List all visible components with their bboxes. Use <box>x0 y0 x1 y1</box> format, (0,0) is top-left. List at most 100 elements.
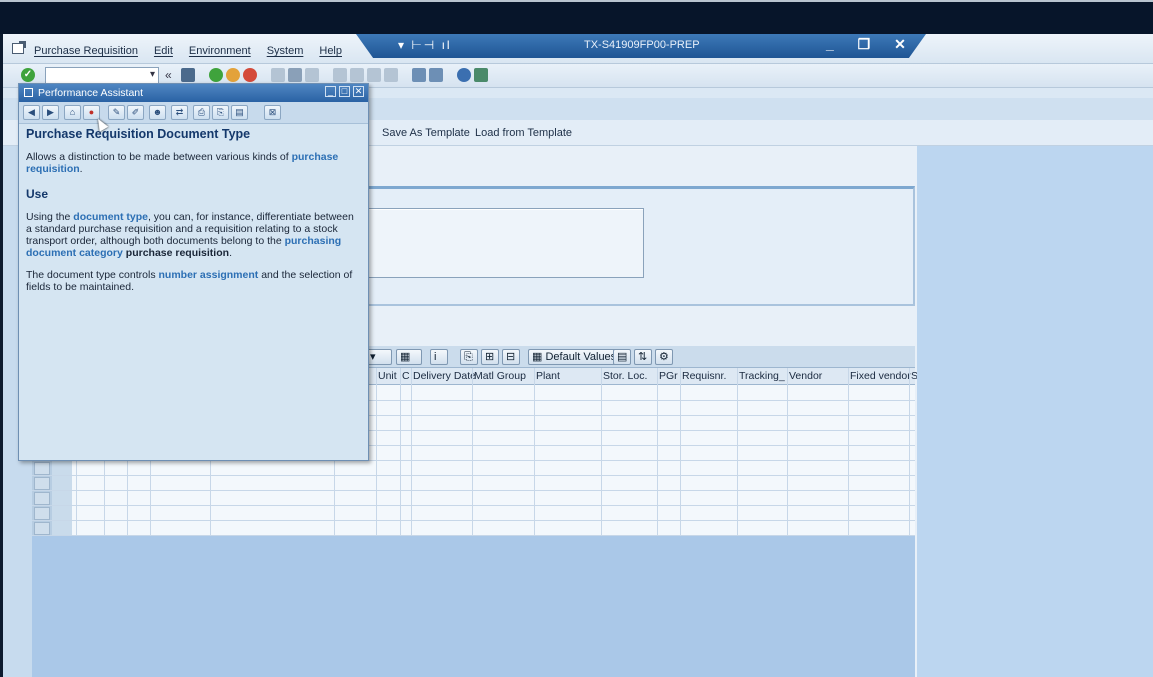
col-header-matl-group[interactable]: Matl Group <box>474 370 526 382</box>
col-header-delivery-date[interactable]: Delivery Date <box>413 370 476 382</box>
grid-copy-icon[interactable]: ⎘ <box>460 349 478 365</box>
grid-row-line <box>32 535 915 536</box>
load-from-template-button[interactable]: Load from Template <box>475 127 572 139</box>
edit-icon[interactable]: ✎ <box>108 105 125 120</box>
menu-purchase-requisition[interactable]: Purchase Requisition <box>34 45 138 57</box>
grid-col-line <box>400 368 401 535</box>
window-menu-icon[interactable] <box>12 41 26 54</box>
performance-assistant-window: Performance Assistant _ □ ✕ ◀ ▶ ⌂ ● ✎ ✐ … <box>18 83 369 461</box>
back-icon[interactable] <box>209 68 223 82</box>
grid-row-line <box>32 475 915 476</box>
link-icon[interactable]: ⇄ <box>171 105 188 120</box>
menu-edit[interactable]: Edit <box>154 45 173 57</box>
grid-settings-icon[interactable]: ⚙ <box>655 349 673 365</box>
grid-details-icon[interactable]: i <box>430 349 448 365</box>
grid-export-icon[interactable]: ⇅ <box>634 349 652 365</box>
grid-insert-icon[interactable]: ⊞ <box>481 349 499 365</box>
col-header-plant[interactable]: Plant <box>536 370 560 382</box>
pa-window-controls: _ □ ✕ <box>325 86 364 97</box>
print-icon[interactable] <box>271 68 285 82</box>
grid-col-line <box>737 368 738 535</box>
use-p1-text-a: Using the <box>26 211 74 223</box>
find-next-icon[interactable] <box>305 68 319 82</box>
grid-col-line <box>534 368 535 535</box>
col-header-stor-loc[interactable]: Stor. Loc. <box>603 370 647 382</box>
back-arrow-icon[interactable]: ◀ <box>23 105 40 120</box>
minimize-icon[interactable]: _ <box>325 86 336 97</box>
document-type-link[interactable]: document type <box>73 211 148 223</box>
grid-col-line <box>472 368 473 535</box>
grid-delete-icon[interactable]: ⊟ <box>502 349 520 365</box>
grid-row-line <box>32 505 915 506</box>
help-intro-paragraph: Allows a distinction to be made between … <box>26 151 362 175</box>
row-selector[interactable] <box>34 522 50 535</box>
col-header-fixed-vendor[interactable]: Fixed vendor <box>850 370 911 382</box>
grid-col-line <box>601 368 602 535</box>
row-selector[interactable] <box>34 492 50 505</box>
help-intro-text: Allows a distinction to be made between … <box>26 151 292 163</box>
command-field[interactable] <box>45 67 159 84</box>
pencil-icon[interactable]: ✐ <box>127 105 144 120</box>
row-selector[interactable] <box>34 477 50 490</box>
default-values-label: Default Values <box>545 351 617 363</box>
col-header-tracking[interactable]: Tracking_ <box>739 370 785 382</box>
next-page-icon[interactable] <box>367 68 381 82</box>
first-page-icon[interactable] <box>333 68 347 82</box>
performance-assistant-title: Performance Assistant <box>38 87 144 99</box>
print-icon[interactable]: ⎙ <box>193 105 210 120</box>
menu-system[interactable]: System <box>267 45 304 57</box>
use-heading: Use <box>26 187 49 201</box>
menu-help[interactable]: Help <box>319 45 342 57</box>
grid-layout-icon[interactable]: ▦ <box>396 349 422 365</box>
collapse-icon[interactable]: « <box>165 68 179 82</box>
right-background <box>917 146 1153 677</box>
use-p1-end: . <box>229 247 232 259</box>
performance-assistant-toolbar: ◀ ▶ ⌂ ● ✎ ✐ ☻ ⇄ ⎙ ⎘ ▤ ⊠ <box>19 102 368 124</box>
new-session-icon[interactable] <box>412 68 426 82</box>
header-text-box[interactable] <box>334 208 644 278</box>
layout-menu-icon[interactable] <box>474 68 488 82</box>
row-selector[interactable] <box>34 507 50 520</box>
shortcut-icon[interactable] <box>429 68 443 82</box>
exit-icon[interactable] <box>226 68 240 82</box>
close-help-icon[interactable]: ⊠ <box>264 105 281 120</box>
home-icon[interactable]: ⌂ <box>64 105 81 120</box>
performance-assistant-title-bar[interactable]: Performance Assistant _ □ ✕ <box>19 84 368 102</box>
row-selector[interactable] <box>34 462 50 475</box>
cancel-icon[interactable] <box>243 68 257 82</box>
use-paragraph-1: Using the document type, you can, for in… <box>26 211 362 259</box>
col-header-requisnr[interactable]: Requisnr. <box>682 370 726 382</box>
save-as-template-button[interactable]: Save As Template <box>382 127 470 139</box>
col-header-vendor[interactable]: Vendor <box>789 370 822 382</box>
title-bar-tools-icon[interactable]: ▾ ⊢⊣ ıl <box>398 38 452 52</box>
save-icon[interactable] <box>181 68 195 82</box>
window-controls[interactable]: _ ❐ ✕ <box>826 36 916 53</box>
grid-col-line <box>909 368 910 535</box>
grid-select-icon[interactable]: ▤ <box>613 349 631 365</box>
grid-col-line <box>787 368 788 535</box>
help-icon[interactable] <box>457 68 471 82</box>
help-heading: Purchase Requisition Document Type <box>26 127 251 141</box>
close-icon[interactable]: ✕ <box>353 86 364 97</box>
desktop-top-strip <box>0 0 1153 34</box>
col-header-category[interactable]: C <box>402 370 410 382</box>
copy-icon[interactable]: ⎘ <box>212 105 229 120</box>
maximize-icon[interactable]: □ <box>339 86 350 97</box>
grid-col-line <box>848 368 849 535</box>
last-page-icon[interactable] <box>384 68 398 82</box>
paste-icon[interactable]: ▤ <box>231 105 248 120</box>
col-header-pgr[interactable]: PGr <box>659 370 678 382</box>
grid-filter-icon[interactable]: ▾ <box>366 349 392 365</box>
purchase-requisition-bold: purchase requisition <box>125 247 230 259</box>
application-help-icon[interactable]: ☻ <box>149 105 166 120</box>
find-icon[interactable] <box>288 68 302 82</box>
menu-environment[interactable]: Environment <box>189 45 251 57</box>
menu-items: Purchase Requisition Edit Environment Sy… <box>34 45 358 57</box>
forward-arrow-icon[interactable]: ▶ <box>42 105 59 120</box>
prev-page-icon[interactable] <box>350 68 364 82</box>
grid-col-line <box>376 368 377 535</box>
number-assignment-link[interactable]: number assignment <box>159 269 259 281</box>
default-values-button[interactable]: ▦ Default Values <box>528 349 621 365</box>
col-header-unit[interactable]: Unit <box>378 370 397 382</box>
enter-check-icon[interactable]: ✓ <box>21 68 35 82</box>
